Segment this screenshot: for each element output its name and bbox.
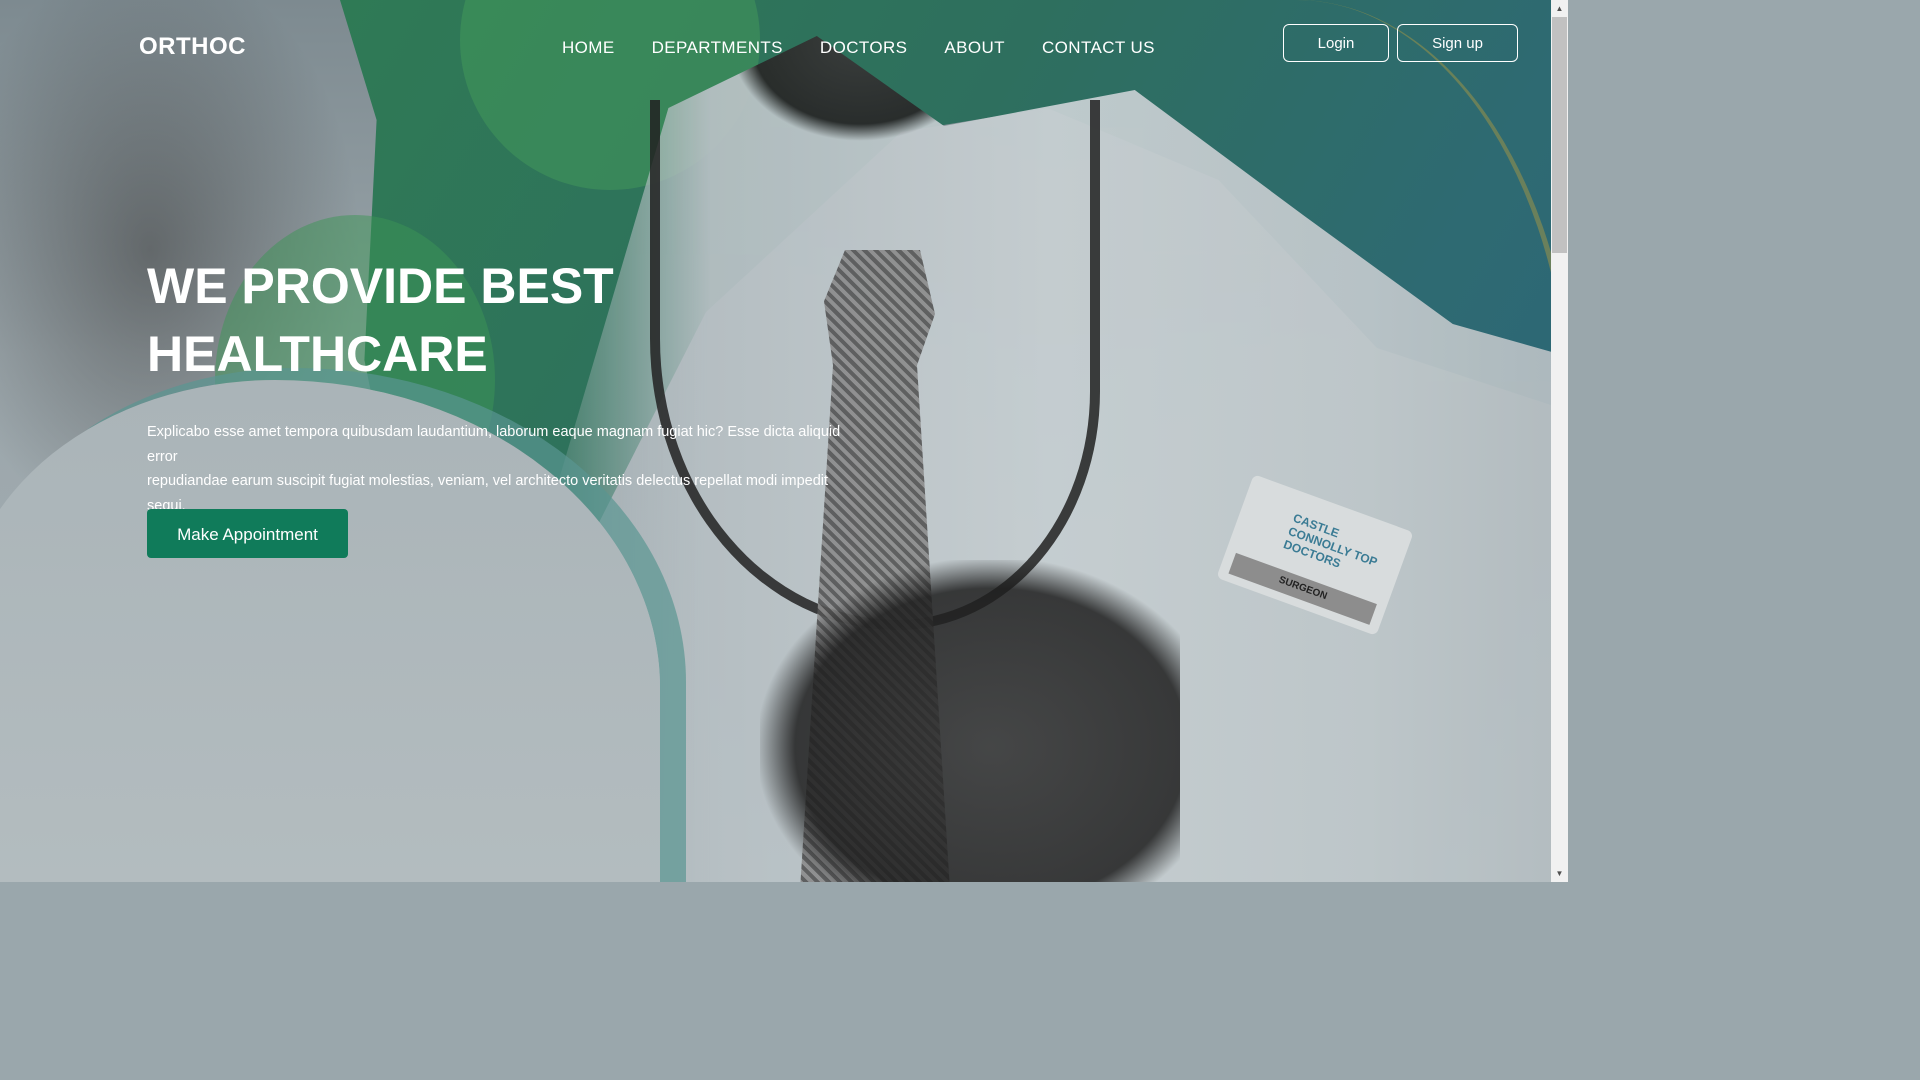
nav-item-home[interactable]: HOME [562, 38, 615, 58]
scroll-up-icon[interactable]: ▲ [1551, 0, 1568, 17]
top-navigation: ORTHOC HOME DEPARTMENTS DOCTORS ABOUT CO… [0, 0, 1551, 95]
vertical-scrollbar[interactable]: ▲ ▼ [1551, 0, 1568, 882]
login-button[interactable]: Login [1283, 24, 1389, 62]
hero-description-line1: Explicabo esse amet tempora quibusdam la… [147, 424, 841, 465]
hero-title: WE PROVIDE BEST HEALTHCARE [147, 252, 747, 388]
site-logo[interactable]: ORTHOC [139, 33, 246, 61]
nav-item-departments[interactable]: DEPARTMENTS [652, 38, 783, 58]
nav-item-contact[interactable]: CONTACT US [1042, 38, 1155, 58]
nav-menu: HOME DEPARTMENTS DOCTORS ABOUT CONTACT U… [562, 38, 1192, 58]
hero-title-line2: HEALTHCARE [147, 326, 488, 382]
hero-description: Explicabo esse amet tempora quibusdam la… [147, 420, 867, 518]
hero-section: CASTLE CONNOLLY TOP DOCTORS SURGEON ORTH… [0, 0, 1551, 882]
scroll-down-icon[interactable]: ▼ [1551, 865, 1568, 882]
badge-text: CASTLE CONNOLLY TOP DOCTORS [1281, 510, 1380, 571]
scrollbar-thumb[interactable] [1552, 17, 1567, 253]
signup-button[interactable]: Sign up [1397, 24, 1518, 62]
hero-description-line2: repudiandae earum suscipit fugiat molest… [147, 473, 829, 514]
hero-title-line1: WE PROVIDE BEST [147, 258, 614, 314]
nav-item-about[interactable]: ABOUT [944, 38, 1005, 58]
hand-shape [760, 560, 1180, 882]
make-appointment-button[interactable]: Make Appointment [147, 509, 348, 558]
nav-item-doctors[interactable]: DOCTORS [820, 38, 908, 58]
